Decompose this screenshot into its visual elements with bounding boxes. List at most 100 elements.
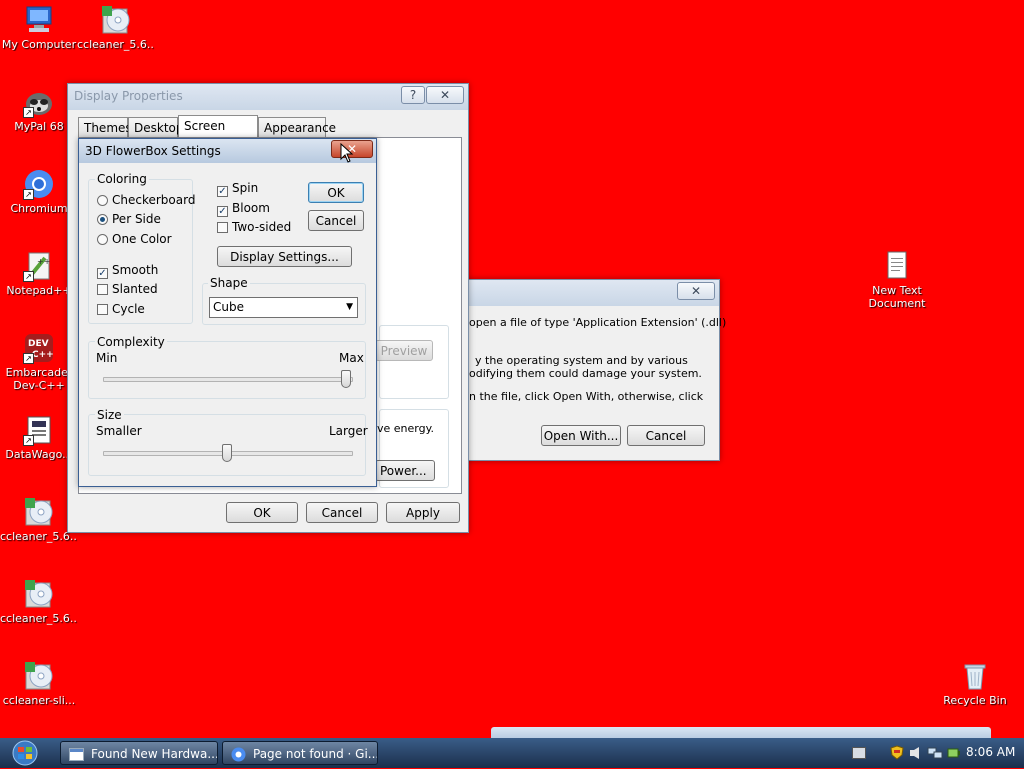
complexity-group xyxy=(88,341,366,399)
complexity-slider-track[interactable] xyxy=(103,377,353,382)
display-settings-button[interactable]: Display Settings... xyxy=(217,246,352,267)
spin-checkbox[interactable]: ✓ Spin xyxy=(217,181,258,197)
desktop-icon-recycle-bin[interactable]: Recycle Bin xyxy=(936,660,1014,707)
shortcut-arrow-icon: ↗ xyxy=(23,435,34,446)
computer-icon xyxy=(23,4,55,36)
svg-text:++: ++ xyxy=(37,257,50,266)
slanted-checkbox[interactable]: Slanted xyxy=(97,282,158,298)
shape-select[interactable]: Cube ▼ xyxy=(209,297,358,318)
dev-cpp-icon: DEV C++ ↗ xyxy=(23,332,55,364)
complexity-min-label: Min xyxy=(96,351,118,365)
complexity-group-title: Complexity xyxy=(95,335,167,349)
clock[interactable]: 8:06 AM xyxy=(966,745,1015,759)
checkmark-icon: ✓ xyxy=(217,186,228,197)
background-window-edge xyxy=(491,727,991,738)
shortcut-arrow-icon: ↗ xyxy=(23,107,34,118)
apply-button[interactable]: Apply xyxy=(386,502,460,523)
dialog-message-line-3: odifying them could damage your system. xyxy=(469,367,702,380)
tab-desktop[interactable]: Desktop xyxy=(128,117,184,137)
checkmark-icon: ✓ xyxy=(97,268,108,279)
network-icon[interactable] xyxy=(927,746,943,763)
ok-button[interactable]: OK xyxy=(226,502,298,523)
radio-on-icon xyxy=(97,214,108,225)
bloom-checkbox[interactable]: ✓ Bloom xyxy=(217,201,270,217)
shortcut-arrow-icon: ↗ xyxy=(23,271,34,282)
window-title: Display Properties xyxy=(74,89,183,103)
text-document-icon xyxy=(881,250,913,282)
recycle-bin-icon xyxy=(959,660,991,692)
radio-off-icon xyxy=(97,195,108,206)
ok-button[interactable]: OK xyxy=(308,182,364,203)
close-button[interactable]: ✕ xyxy=(677,282,715,300)
datawago-icon: ↗ xyxy=(23,414,55,446)
cancel-button[interactable]: Cancel xyxy=(308,210,364,231)
size-group-title: Size xyxy=(95,408,124,422)
installer-disc-icon xyxy=(23,578,55,610)
one-color-radio[interactable]: One Color xyxy=(97,232,172,248)
display-properties-titlebar[interactable]: Display Properties ? ✕ xyxy=(68,84,468,110)
installer-disc-icon xyxy=(23,496,55,528)
taskbar-item-chromium-page[interactable]: Page not found · Gi... xyxy=(222,741,378,765)
dialog-message-line-4: n the file, click Open With, otherwise, … xyxy=(469,390,704,403)
volume-icon[interactable] xyxy=(909,746,923,763)
open-with-dialog[interactable]: ✕ open a file of type 'Application Exten… xyxy=(462,279,726,461)
desktop-icon-new-text-document[interactable]: New Text Document xyxy=(858,250,936,310)
chromium-icon xyxy=(231,746,246,762)
help-icon: ? xyxy=(409,88,417,102)
taskbar-item-found-new-hardware[interactable]: Found New Hardwa... xyxy=(60,741,218,765)
taskbar: Found New Hardwa... Page not found · Gi.… xyxy=(0,738,1024,768)
close-icon: ✕ xyxy=(439,88,451,102)
desktop-icon-ccleaner-1[interactable]: ccleaner_5.6... xyxy=(77,4,155,51)
checkbox-empty-icon xyxy=(97,304,108,315)
shortcut-arrow-icon: ↗ xyxy=(23,353,34,364)
size-slider-thumb[interactable] xyxy=(222,444,232,462)
size-smaller-label: Smaller xyxy=(96,424,142,438)
raccoon-icon: ↗ xyxy=(23,86,55,118)
desktop-icon-my-computer[interactable]: My Computer xyxy=(0,4,78,51)
two-sided-checkbox[interactable]: Two-sided xyxy=(217,220,291,236)
notepad-plus-plus-icon: ++ ↗ xyxy=(23,250,55,282)
dialog-message-line-1: open a file of type 'Application Extensi… xyxy=(469,316,727,329)
preview-button[interactable]: Preview xyxy=(375,340,433,361)
cancel-button[interactable]: Cancel xyxy=(306,502,378,523)
shortcut-arrow-icon: ↗ xyxy=(23,189,34,200)
cancel-button[interactable]: Cancel xyxy=(627,425,705,446)
open-with-button[interactable]: Open With... xyxy=(541,425,621,446)
checkmark-icon: ✓ xyxy=(217,206,228,217)
checkerboard-radio[interactable]: Checkerboard xyxy=(97,193,195,209)
coloring-group-title: Coloring xyxy=(95,172,149,186)
per-side-radio[interactable]: Per Side xyxy=(97,212,161,228)
installer-disc-icon xyxy=(23,660,55,692)
installer-disc-icon xyxy=(100,4,132,36)
svg-text:DEV: DEV xyxy=(28,339,49,349)
smooth-checkbox[interactable]: ✓ Smooth xyxy=(97,263,158,279)
shape-group-title: Shape xyxy=(208,276,250,290)
flowerbox-settings-dialog[interactable]: 3D FlowerBox Settings ✕ Coloring Checker… xyxy=(78,138,377,487)
screen-saver-group xyxy=(379,325,449,399)
power-button[interactable]: Power... xyxy=(375,460,435,481)
complexity-slider-thumb[interactable] xyxy=(341,370,351,388)
close-icon: ✕ xyxy=(690,284,702,298)
close-button[interactable]: ✕ xyxy=(426,86,464,104)
dialog-title: 3D FlowerBox Settings xyxy=(85,144,221,158)
desktop-icon-ccleaner-slim[interactable]: ccleaner-sli... xyxy=(0,660,78,707)
tab-strip: Themes Desktop Screen Saver Appearance xyxy=(78,115,462,153)
tab-appearance[interactable]: Appearance xyxy=(258,117,336,137)
tab-themes[interactable]: Themes xyxy=(78,117,132,137)
power-icon[interactable] xyxy=(946,746,960,763)
dialog-message-line-2: y the operating system and by various xyxy=(475,354,688,367)
flowerbox-titlebar[interactable]: 3D FlowerBox Settings ✕ xyxy=(79,139,376,163)
keyboard-icon[interactable] xyxy=(852,747,866,759)
help-button[interactable]: ? xyxy=(401,86,425,104)
cycle-checkbox[interactable]: Cycle xyxy=(97,302,145,318)
chromium-icon: ↗ xyxy=(23,168,55,200)
start-button[interactable] xyxy=(8,740,42,766)
open-with-titlebar[interactable]: ✕ xyxy=(463,280,719,306)
chevron-down-icon: ▼ xyxy=(346,302,353,312)
window-icon xyxy=(69,746,84,761)
checkbox-empty-icon xyxy=(217,222,228,233)
tab-screen-saver[interactable]: Screen Saver xyxy=(178,115,258,153)
security-shield-icon[interactable] xyxy=(890,745,904,763)
svg-text:C++: C++ xyxy=(32,350,54,360)
desktop-icon-ccleaner-3[interactable]: ccleaner_5.6... xyxy=(0,578,78,625)
